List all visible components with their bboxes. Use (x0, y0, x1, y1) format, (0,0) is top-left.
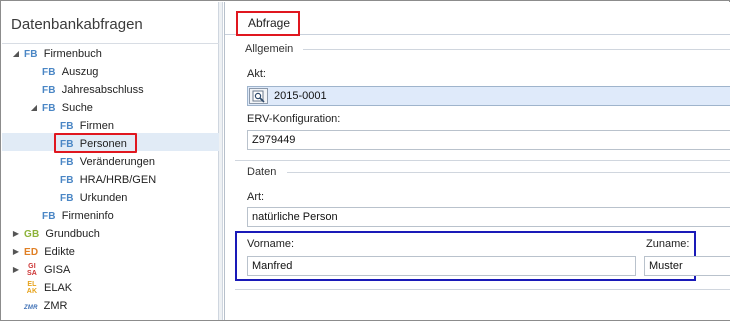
section-divider (235, 289, 730, 290)
gb-badge-icon: GB (24, 229, 40, 240)
section-divider (303, 49, 730, 50)
tree-item-label: Veränderungen (79, 156, 155, 168)
tree-item-zmr[interactable]: ZMR ZMR (12, 297, 67, 315)
fb-badge-icon: FB (42, 211, 56, 222)
tree-item-label: Suche (61, 102, 93, 114)
ed-badge-icon: ED (24, 247, 39, 258)
tree-item-label: Urkunden (79, 192, 128, 204)
tree-item-auszug[interactable]: FB Auszug (42, 63, 98, 81)
magnifier-document-icon[interactable] (249, 88, 268, 104)
tree-item-suche[interactable]: ◢ FB Suche (30, 99, 93, 117)
panel-title-divider (2, 43, 219, 44)
collapsed-triangle-icon[interactable]: ▶ (12, 261, 20, 279)
tree-item-edikte[interactable]: ▶ ED Edikte (12, 243, 75, 261)
art-label: Art: (247, 191, 265, 203)
section-title-allgemein: Allgemein (245, 43, 294, 55)
tree-item-label: Jahresabschluss (61, 84, 144, 96)
fb-badge-icon: FB (60, 193, 74, 204)
tree-item-veraenderungen[interactable]: FB Veränderungen (60, 153, 155, 171)
fb-badge-icon: FB (42, 67, 56, 78)
erv-konfiguration-field[interactable]: Z979449 (247, 130, 730, 150)
tree-item-label: Grundbuch (45, 228, 100, 240)
expanded-triangle-icon[interactable]: ◢ (30, 99, 38, 117)
tree-item-firmeninfo[interactable]: FB Firmeninfo (42, 207, 114, 225)
tree-item-label: ZMR (43, 300, 68, 312)
fb-badge-icon: FB (60, 157, 74, 168)
tree-item-label: Firmenbuch (43, 48, 102, 60)
tree-item-hra-hrb-gen[interactable]: FB HRA/HRB/GEN (60, 171, 156, 189)
tree-item-gisa[interactable]: ▶ GI SA GISA (12, 261, 70, 279)
tree-item-urkunden[interactable]: FB Urkunden (60, 189, 127, 207)
fb-badge-icon: FB (24, 49, 38, 60)
tree-item-jahresabschluss[interactable]: FB Jahresabschluss (42, 81, 144, 99)
collapsed-triangle-icon[interactable]: ▶ (12, 225, 20, 243)
zuname-field[interactable]: Muster (644, 256, 730, 276)
tree-item-label: HRA/HRB/GEN (79, 174, 157, 186)
panel-title: Datenbankabfragen (11, 16, 143, 33)
zuname-label: Zuname: (646, 238, 690, 250)
window-frame: Datenbankabfragen ◢ FB Firmenbuch FB Auszu… (0, 0, 730, 321)
gisa-badge-icon: GI SA (26, 263, 38, 278)
tree-item-label: Auszug (61, 66, 99, 78)
erv-konfiguration-label: ERV-Konfiguration: (247, 113, 341, 125)
expanded-triangle-icon[interactable]: ◢ (12, 45, 20, 63)
tree-item-grundbuch[interactable]: ▶ GB Grundbuch (12, 225, 100, 243)
akt-field[interactable]: 2015-0001 (247, 86, 730, 106)
vorname-label: Vorname: (247, 238, 295, 250)
query-form-panel: Abfrage Allgemein Akt: 2015-0001 ERV-Kon… (224, 2, 730, 320)
akt-value: 2015-0001 (274, 90, 327, 102)
tab-strip: Abfrage (225, 2, 730, 36)
section-divider (235, 160, 730, 161)
tree-item-label: Edikte (44, 246, 75, 258)
collapsed-triangle-icon[interactable]: ▶ (12, 243, 20, 261)
panel-splitter[interactable] (219, 2, 223, 320)
tree-item-label: Firmeninfo (61, 210, 114, 222)
fb-badge-icon: FB (42, 85, 56, 96)
art-field[interactable]: natürliche Person (247, 207, 730, 227)
zmr-badge-icon: ZMR (24, 305, 38, 311)
tree-item-label: Firmen (79, 120, 114, 132)
tree-item-label: ELAK (44, 282, 73, 294)
tree-item-elak[interactable]: EL AK ELAK (12, 279, 72, 297)
section-divider (287, 172, 730, 173)
vorname-field[interactable]: Manfred (247, 256, 636, 276)
elak-badge-icon: EL AK (26, 281, 38, 296)
query-navigator-panel: Datenbankabfragen ◢ FB Firmenbuch FB Auszu… (2, 2, 219, 320)
akt-label: Akt: (247, 68, 266, 80)
tree-item-label: GISA (44, 264, 71, 276)
section-title-daten: Daten (247, 166, 277, 178)
personen-highlight-frame (54, 133, 137, 153)
fb-badge-icon: FB (60, 175, 74, 186)
tree-item-firmenbuch[interactable]: ◢ FB Firmenbuch (12, 45, 102, 63)
tab-abfrage[interactable]: Abfrage (236, 11, 300, 36)
fb-badge-icon: FB (42, 103, 56, 114)
